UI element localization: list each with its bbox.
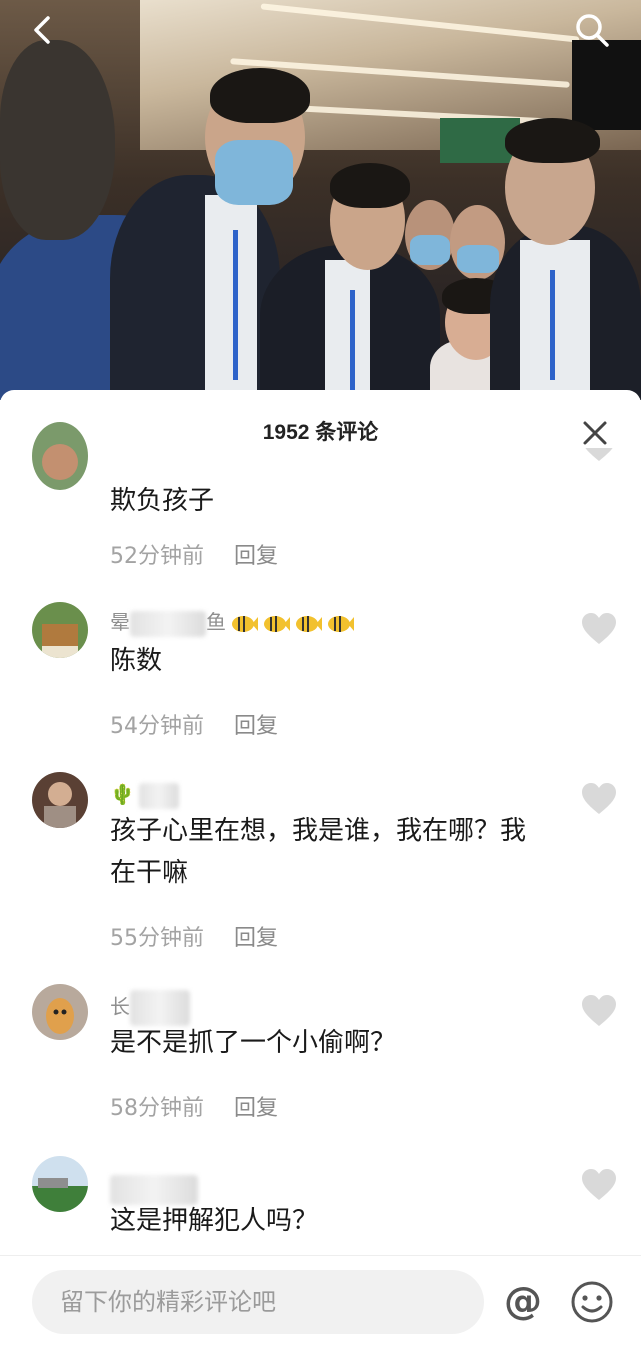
chevron-left-icon: [34, 16, 50, 44]
fish-badge-icon: [328, 615, 354, 632]
at-icon: @: [504, 1279, 542, 1323]
comment-text: 这是押解犯人吗？: [110, 1206, 319, 1236]
search-icon: [576, 14, 609, 47]
guard-main-lanyard: [233, 230, 238, 380]
crowd-mask: [457, 245, 499, 273]
store-sign: [572, 40, 641, 130]
comment-text: 是不是抓了一个小偷啊？: [110, 1028, 397, 1058]
guard-right-shirt: [520, 240, 590, 400]
guard-right-lanyard: [550, 270, 555, 380]
blurred-username: [138, 782, 179, 809]
comment-meta: 58分钟前 回复: [110, 1090, 278, 1122]
comment-meta: 54分钟前 回复: [110, 708, 278, 740]
comment-item: 长 是不是抓了一个小偷啊？ 58分钟前 回复: [0, 984, 641, 1134]
heart-icon: [585, 448, 613, 461]
comment-username[interactable]: 晕鱼: [110, 608, 354, 637]
blurred-username: [130, 990, 190, 1026]
like-button[interactable]: [580, 1168, 618, 1202]
reply-button[interactable]: 回复: [234, 1096, 278, 1121]
comment-item: 这是押解犯人吗？: [0, 1156, 641, 1256]
fish-badge-icon: [296, 615, 322, 632]
like-button[interactable]: [580, 994, 618, 1028]
video-player[interactable]: [0, 0, 641, 400]
comment-time: 58分钟前: [110, 1096, 204, 1121]
emoji-button[interactable]: [570, 1280, 614, 1324]
guard-second-shirt: [325, 260, 370, 400]
comment-item: 欺负孩子 52分钟前 回复: [0, 422, 641, 580]
comment-input-bar: @: [0, 1255, 641, 1349]
comment-sheet: 1952 条评论 欺负孩子 52分钟前 回复 晕鱼 陈数 54分钟前 回复 🌵 …: [0, 390, 641, 1348]
avatar[interactable]: [32, 602, 88, 658]
comment-username[interactable]: [110, 1174, 198, 1205]
comment-username[interactable]: 🌵: [110, 780, 179, 809]
reply-button[interactable]: 回复: [234, 714, 278, 739]
like-button[interactable]: [580, 782, 618, 816]
fish-badge-icon: [232, 615, 258, 632]
like-button[interactable]: [580, 448, 618, 462]
guard-main-mask: [215, 140, 293, 205]
close-button[interactable]: [580, 418, 610, 448]
avatar[interactable]: [32, 1156, 88, 1212]
mention-button[interactable]: @: [500, 1278, 546, 1324]
comment-time: 55分钟前: [110, 926, 204, 951]
comment-meta: 55分钟前 回复: [110, 920, 278, 952]
reply-button[interactable]: 回复: [234, 544, 278, 569]
comment-count-title: 1952 条评论: [262, 421, 379, 444]
avatar[interactable]: [32, 984, 88, 1040]
comment-item: 晕鱼 陈数 54分钟前 回复: [0, 602, 641, 752]
crowd-mask: [410, 235, 450, 265]
guard-main-hair: [210, 68, 310, 123]
comment-input[interactable]: [32, 1270, 484, 1334]
heart-icon: [582, 613, 616, 644]
guard-second-lanyard: [350, 290, 355, 390]
reply-button[interactable]: 回复: [234, 926, 278, 951]
search-button[interactable]: [572, 10, 612, 50]
avatar[interactable]: [32, 422, 88, 490]
back-button[interactable]: [22, 10, 62, 50]
comment-text: 陈数: [110, 646, 163, 676]
avatar[interactable]: [32, 772, 88, 828]
fish-badge-icon: [264, 615, 290, 632]
comment-text: 欺负孩子: [110, 486, 215, 516]
smile-icon: [571, 1281, 613, 1323]
blurred-username: [130, 610, 206, 637]
comment-username[interactable]: 长: [110, 990, 190, 1026]
person-left-head: [0, 40, 115, 240]
guard-main-shirt: [205, 195, 257, 390]
close-icon: [583, 421, 607, 445]
like-button[interactable]: [580, 612, 618, 646]
heart-icon: [582, 1169, 616, 1200]
guard-right-hair: [505, 118, 600, 163]
comment-text: 孩子心里在想，我是谁，我在哪？我在干嘛: [110, 816, 527, 888]
heart-icon: [582, 995, 616, 1026]
heart-icon: [582, 783, 616, 814]
comment-time: 52分钟前: [110, 544, 204, 569]
comment-time: 54分钟前: [110, 714, 204, 739]
comment-meta: 52分钟前 回复: [110, 538, 278, 570]
comment-item: 🌵 孩子心里在想，我是谁，我在哪？我在干嘛 55分钟前 回复: [0, 772, 641, 962]
guard-second-hair: [330, 163, 410, 208]
